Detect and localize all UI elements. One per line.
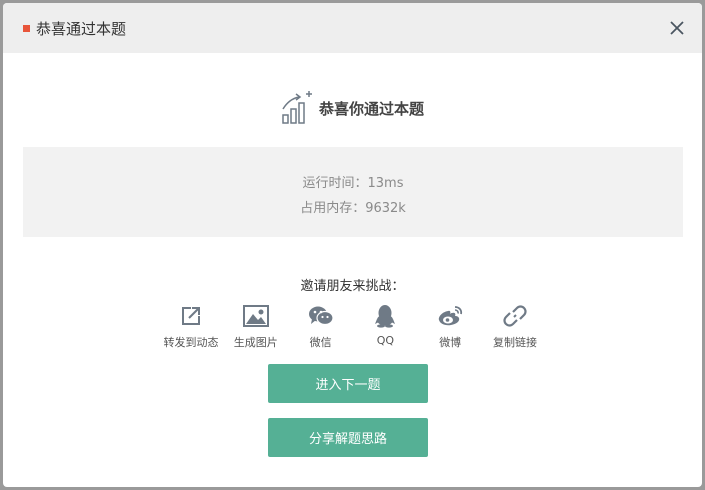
image-icon — [242, 305, 269, 327]
share-out-icon — [182, 307, 200, 325]
share-weibo-button[interactable]: 微博 — [419, 303, 481, 350]
share-label: 转发到动态 — [163, 336, 219, 349]
link-icon — [503, 305, 527, 327]
share-qq-button[interactable]: QQ — [354, 303, 416, 350]
next-question-button[interactable]: 进入下一题 — [268, 364, 428, 403]
qq-icon — [375, 305, 396, 328]
share-wechat-button[interactable]: 微信 — [290, 303, 352, 350]
growth-chart-icon — [282, 91, 312, 124]
dialog-header: 恭喜通过本题 — [3, 3, 702, 53]
close-icon — [670, 21, 684, 35]
hero-title: 恭喜你通过本题 — [318, 99, 424, 118]
share-solution-button[interactable]: 分享解题思路 — [268, 418, 428, 457]
share-label: 微信 — [309, 336, 332, 349]
share-label: QQ — [376, 334, 395, 347]
wechat-icon — [308, 306, 334, 326]
dialog-title: 恭喜通过本题 — [36, 19, 127, 38]
success-dialog: 恭喜通过本题 恭喜你通过本题 运行时间：13ms 占用内存：9632k 邀请朋友… — [3, 3, 702, 487]
close-button[interactable] — [666, 17, 688, 39]
success-hero: 恭喜你通过本题 — [3, 91, 702, 125]
result-stats: 运行时间：13ms 占用内存：9632k — [23, 147, 683, 237]
share-to-feed-button[interactable]: 转发到动态 — [160, 303, 222, 350]
invite-label: 邀请朋友来挑战： — [300, 279, 405, 294]
runtime-stat: 运行时间：13ms — [302, 176, 404, 191]
share-label: 生成图片 — [233, 336, 278, 349]
share-label: 复制链接 — [492, 336, 537, 349]
title-marker — [23, 24, 30, 32]
generate-image-button[interactable]: 生成图片 — [225, 303, 287, 350]
memory-stat: 占用内存：9632k — [300, 201, 406, 216]
copy-link-button[interactable]: 复制链接 — [484, 303, 546, 350]
weibo-icon — [439, 306, 463, 326]
share-options: 转发到动态 生成图片 微信 QQ 微博 复制链接 — [160, 303, 546, 350]
share-label: 微博 — [439, 336, 462, 349]
